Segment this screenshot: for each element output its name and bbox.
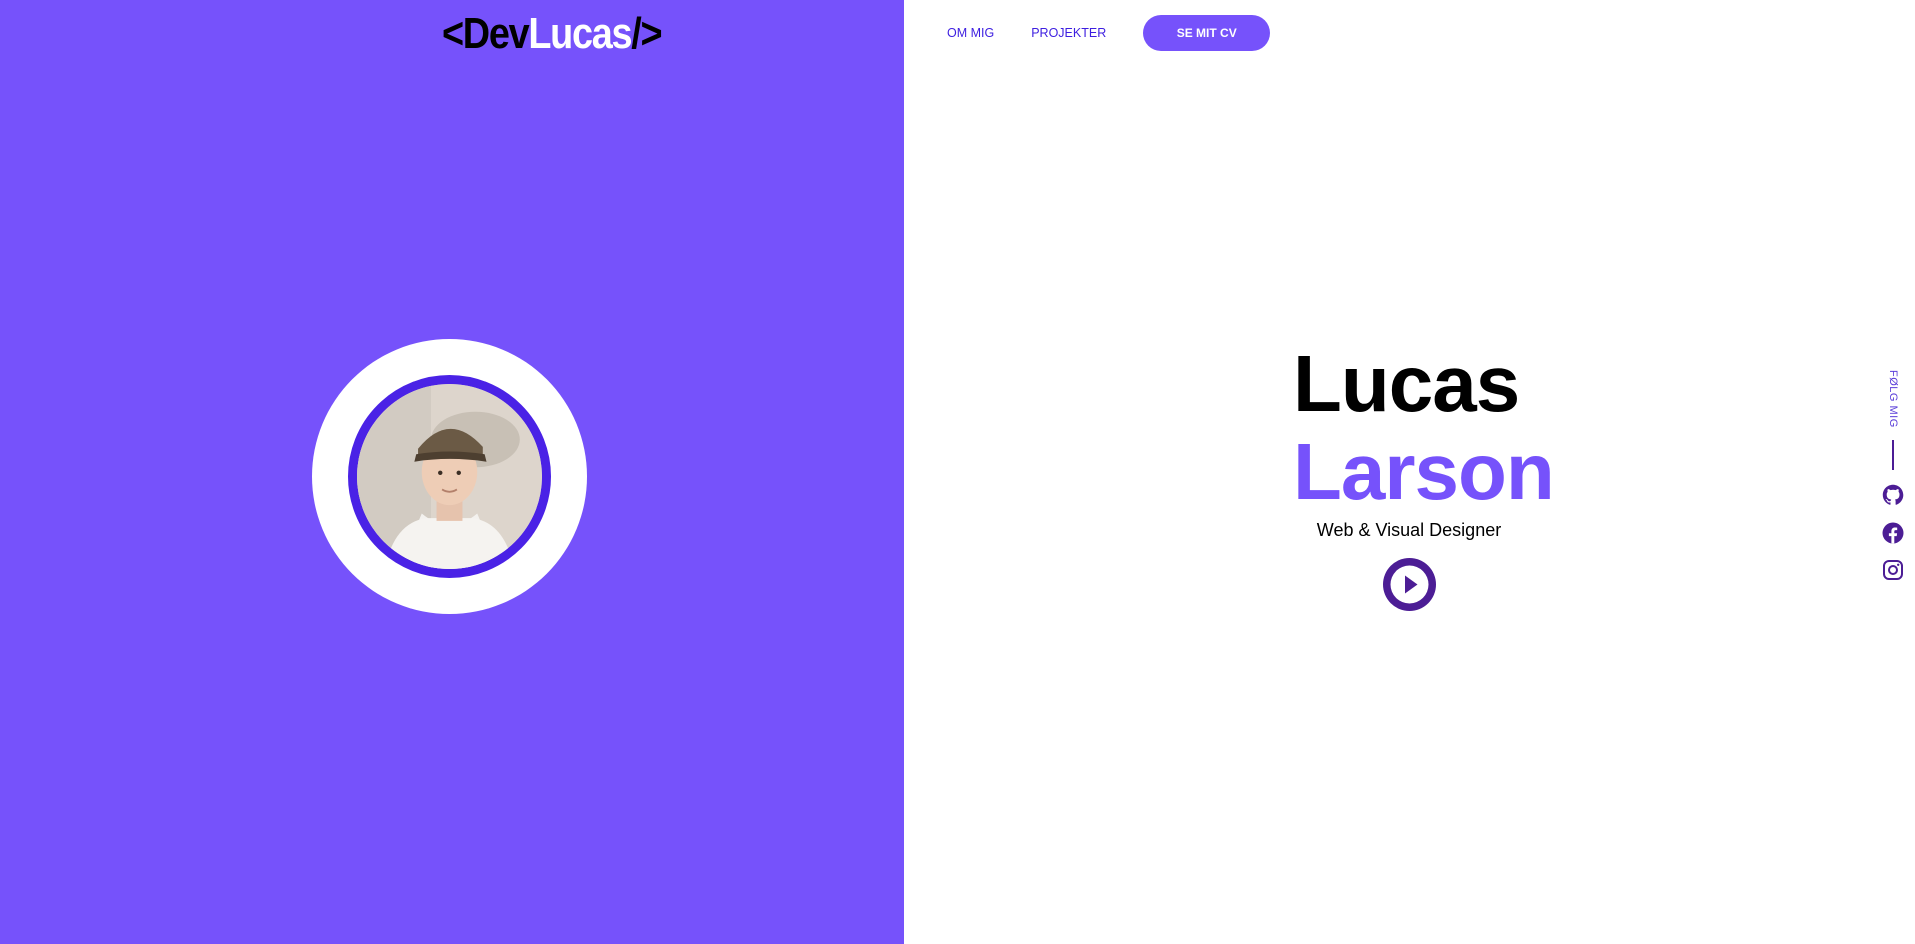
play-icon — [1390, 565, 1429, 604]
instagram-link[interactable] — [1881, 558, 1905, 582]
nav-link-om-mig[interactable]: OM MIG — [947, 26, 994, 40]
avatar — [348, 375, 551, 578]
left-panel: <DevLucas/> — [0, 0, 904, 944]
play-button[interactable] — [1383, 558, 1436, 611]
logo-part-name: Lucas — [528, 9, 632, 58]
follow-label: FØLG MIG — [1887, 370, 1899, 428]
social-sidebar: FØLG MIG — [1877, 370, 1909, 580]
logo-part-open: <Dev — [442, 9, 530, 58]
instagram-icon — [1883, 560, 1903, 580]
nav-link-projekter[interactable]: PROJEKTER — [1031, 26, 1106, 40]
logo-part-close: /> — [631, 9, 662, 58]
avatar-ring — [312, 339, 587, 614]
hero-heading: Lucas Larson — [1293, 340, 1633, 516]
cv-button[interactable]: SE MIT CV — [1143, 15, 1271, 51]
github-link[interactable] — [1881, 483, 1905, 507]
hero-last-name: Larson — [1293, 427, 1555, 516]
github-icon — [1882, 484, 1904, 505]
logo[interactable]: <DevLucas/> — [442, 8, 663, 60]
facebook-icon — [1882, 522, 1904, 544]
profile-photo — [357, 384, 542, 569]
hero-subtitle: Web & Visual Designer — [1316, 520, 1502, 540]
follow-divider — [1892, 440, 1894, 470]
top-nav: OM MIG PROJEKTER SE MIT CV — [947, 15, 1271, 51]
hero-first-name: Lucas — [1293, 339, 1520, 428]
facebook-link[interactable] — [1881, 521, 1905, 545]
